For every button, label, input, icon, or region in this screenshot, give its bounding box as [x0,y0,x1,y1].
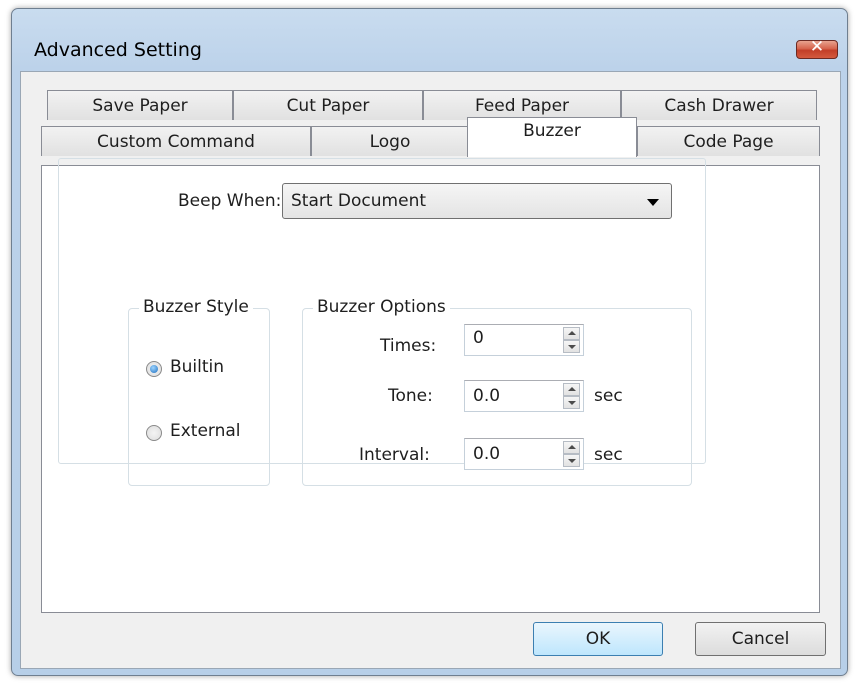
tab-feed-paper[interactable]: Feed Paper [423,90,621,120]
tab-cash-drawer[interactable]: Cash Drawer [621,90,817,120]
external-radio[interactable] [146,425,162,441]
title-bar[interactable]: Advanced Setting ✕ [12,9,847,71]
interval-value: 0.0 [473,444,501,464]
times-value: 0 [473,328,484,348]
tab-logo[interactable]: Logo [311,126,469,156]
chevron-down-icon [647,199,659,206]
dialog-body: Save Paper Cut Paper Feed Paper Cash Dra… [20,71,841,669]
tone-value: 0.0 [473,386,501,406]
ok-button[interactable]: OK [533,622,663,656]
beep-when-dropdown[interactable]: Start Document [282,183,672,219]
beep-when-value: Start Document [291,191,427,211]
buzzer-tab-page [41,165,820,613]
times-stepper[interactable]: 0 [464,324,584,356]
close-button[interactable]: ✕ [796,37,838,59]
tab-save-paper[interactable]: Save Paper [47,90,233,120]
interval-stepper[interactable]: 0.0 [464,438,584,470]
builtin-radio[interactable] [146,361,162,377]
close-icon: ✕ [809,37,825,57]
spin-down-icon[interactable] [563,454,580,467]
window-title: Advanced Setting [34,39,202,61]
tab-code-page[interactable]: Code Page [637,126,820,156]
spin-up-icon[interactable] [563,441,580,454]
cancel-button[interactable]: Cancel [695,622,826,656]
spin-down-icon[interactable] [563,340,580,353]
spin-down-icon[interactable] [563,396,580,409]
tab-buzzer[interactable]: Buzzer [467,117,637,157]
spin-up-icon[interactable] [563,383,580,396]
tab-custom-command[interactable]: Custom Command [41,126,311,156]
tab-cut-paper[interactable]: Cut Paper [233,90,423,120]
spin-up-icon[interactable] [563,327,580,340]
dialog-window: Advanced Setting ✕ Save Paper Cut Paper … [11,8,848,676]
tone-stepper[interactable]: 0.0 [464,380,584,412]
